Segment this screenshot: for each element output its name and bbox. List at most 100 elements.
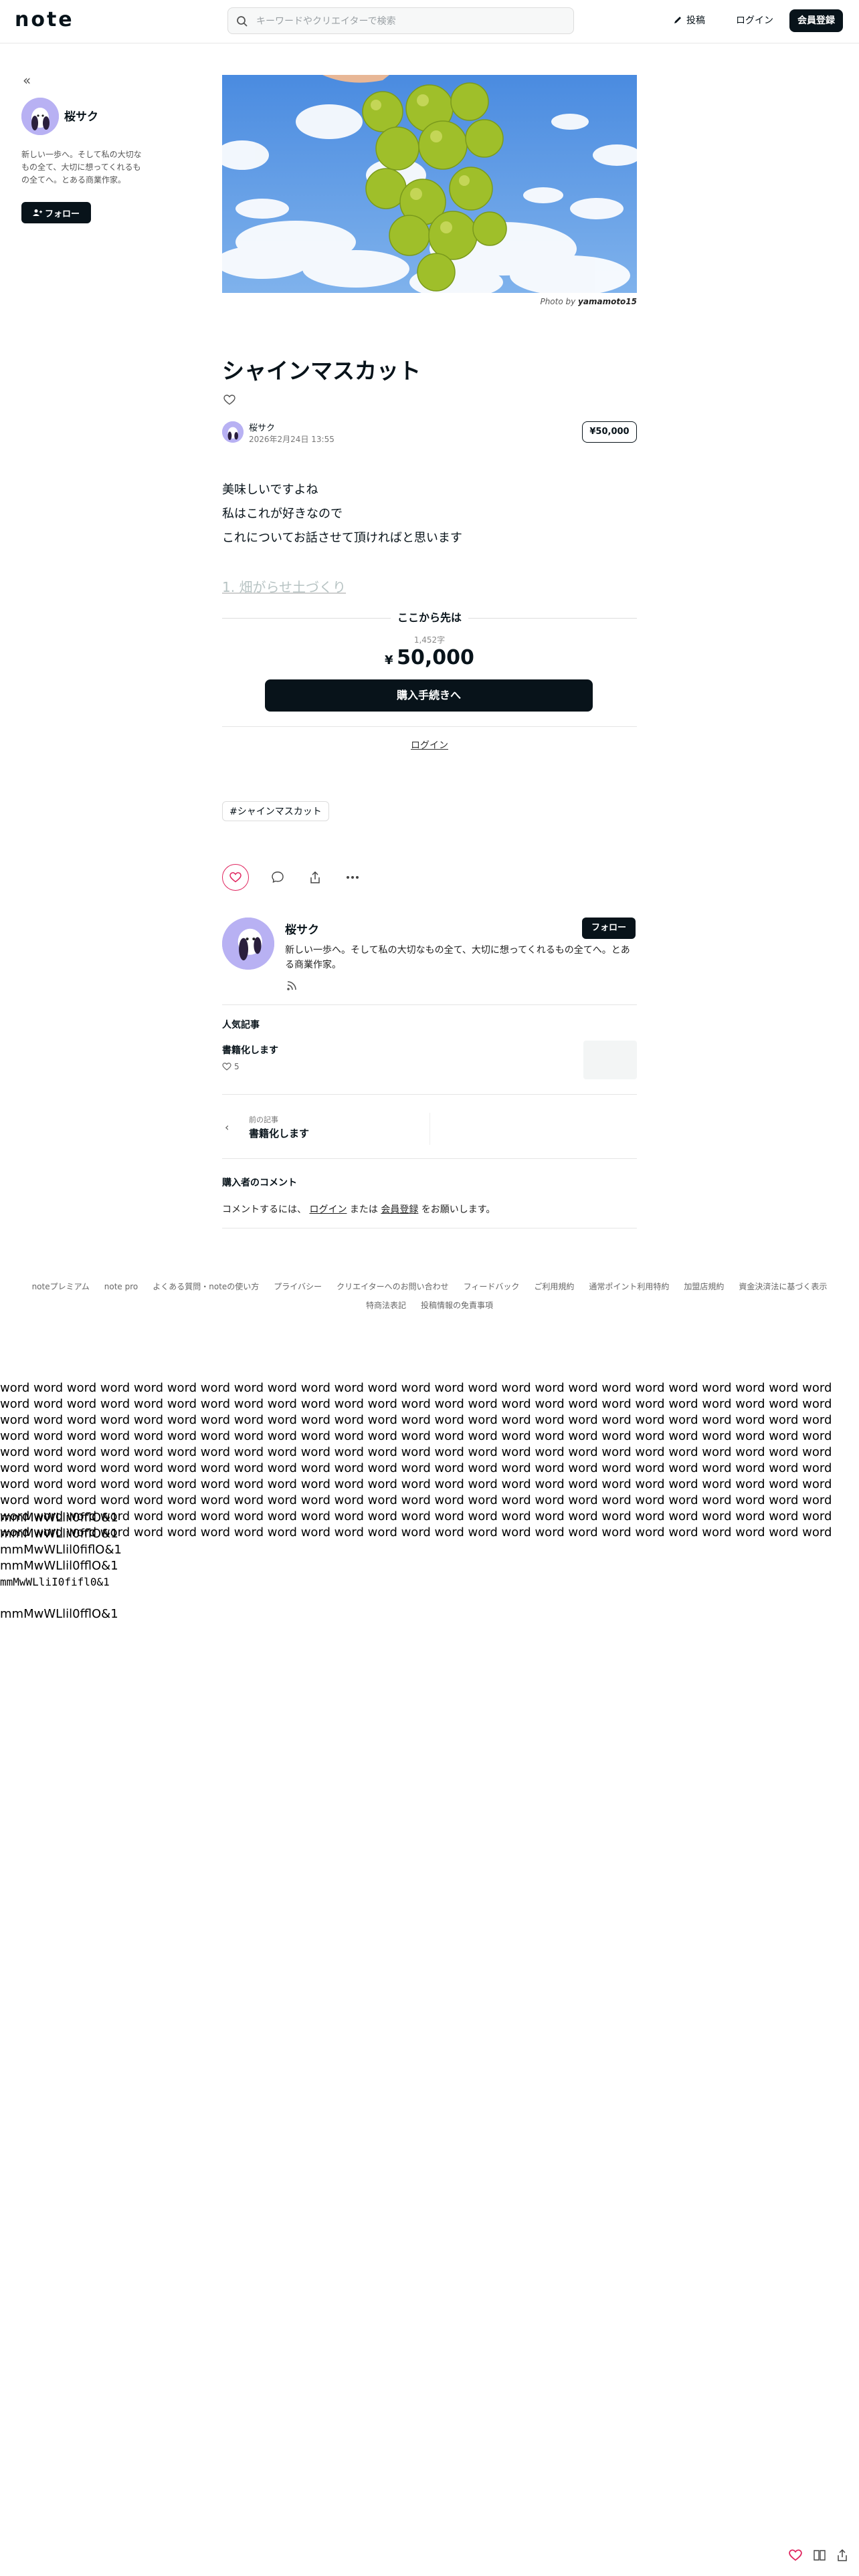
footer-link[interactable]: 資金決済法に基づく表示 [739, 1282, 827, 1291]
share-icon [310, 871, 320, 883]
share-button[interactable] [307, 869, 323, 885]
glyph-line: mmMwWLlil0fflO&1 [0, 1607, 118, 1621]
add-user-icon [32, 209, 42, 216]
creator-name[interactable]: 桜サク [285, 920, 319, 937]
paywall-title-text: ここから先は [390, 611, 468, 624]
price-amount: 50,000 [397, 646, 474, 669]
signup-button[interactable]: 会員登録 [789, 9, 843, 32]
sidebar-avatar[interactable] [21, 98, 59, 135]
price-currency: ¥ [385, 653, 393, 667]
paywall-title: ここから先は [222, 609, 637, 625]
search-input[interactable] [255, 12, 565, 31]
like-button[interactable] [222, 864, 249, 891]
footer-link[interactable]: 通常ポイント利用特約 [589, 1282, 669, 1291]
comment-signup-link[interactable]: 会員登録 [381, 1204, 418, 1215]
search-box[interactable] [227, 7, 574, 34]
footer-link[interactable]: よくある質問・noteの使い方 [153, 1282, 259, 1291]
collapse-chevron-icon[interactable]: « [23, 72, 31, 88]
paywall-bottom-divider [222, 726, 637, 727]
word-paragraph: word word word word word word word word … [0, 1381, 832, 1539]
header: note 投稿 ログイン 会員登録 [0, 0, 859, 43]
comment-icon [272, 871, 284, 883]
footer-row-1: noteプレミアム note pro よくある質問・noteの使い方 プライバシー クリ… [0, 1277, 859, 1296]
glyph-line: mmMwWLliI0fifl0&1 [0, 1576, 110, 1588]
grape-photo [222, 75, 637, 293]
sidebar-follow-label: フォロー [44, 209, 80, 219]
post-date: 2026年2月24日 13:55 [249, 435, 335, 444]
popular-divider [222, 1094, 637, 1095]
prev-divider [222, 1158, 637, 1159]
footer-link[interactable]: 特商法表記 [366, 1301, 406, 1310]
post-label: 投稿 [686, 15, 705, 26]
faded-heading: 1. 畑がらせ土づくり [222, 579, 347, 595]
creator-divider [222, 1004, 637, 1005]
sidebar-follow-button[interactable]: フォロー [21, 202, 91, 223]
popular-thumbnail[interactable] [583, 1041, 637, 1079]
prev-article-title[interactable]: 書籍化します [249, 1126, 309, 1140]
share-icon [838, 2549, 847, 2561]
float-share-button[interactable] [834, 2547, 851, 2564]
creator-avatar[interactable] [222, 918, 274, 970]
dog-avatar-icon [21, 98, 59, 135]
comment-prompt: コメントするには、 ログイン または 会員登録 をお願いします。 [222, 1202, 495, 1216]
glyph-line: mmMwWLlil0fflO&1 [0, 1559, 118, 1573]
footer-link[interactable]: プライバシー [274, 1282, 322, 1291]
buy-button[interactable]: 購入手続きへ [265, 679, 593, 712]
creator-bio: 新しい一歩へ。そして私の大切なもの全て、大切に想ってくれるもの全てへ。とある商業… [285, 945, 630, 970]
comment-text-after: をお願いします。 [421, 1204, 496, 1215]
more-icon [347, 876, 359, 879]
heart-icon [789, 2549, 802, 2561]
sidebar-bio: 新しい一歩へ。そして私の大切なもの全て、大切に想ってくれるもの全てへ。とある商業… [21, 150, 142, 185]
photo-credit-name[interactable]: yamamoto15 [578, 297, 637, 306]
price-badge: ¥50,000 [582, 421, 637, 443]
footer-link[interactable]: ご利用規約 [534, 1282, 574, 1291]
more-button[interactable] [345, 869, 361, 885]
float-like-button[interactable] [787, 2547, 804, 2564]
hero-image [222, 75, 637, 293]
paywall-login-link[interactable]: ログイン [222, 738, 637, 752]
footer-link[interactable]: note pro [104, 1282, 138, 1291]
article-title: シャインマスカット [222, 358, 421, 384]
glyph-line: mmMwWLlil0fiflO&1 [0, 1543, 122, 1557]
dog-avatar-icon [222, 421, 244, 443]
creator-follow-button[interactable]: フォロー [582, 918, 636, 939]
pencil-icon [674, 17, 681, 23]
footer-link[interactable]: フィードバック [464, 1282, 520, 1291]
sidebar-author-name[interactable]: 桜サク [64, 107, 98, 124]
paragraph-3: これについてお話させて頂ければと思います [222, 531, 462, 545]
char-count: 1,452字 [413, 635, 446, 645]
popular-item-title[interactable]: 書籍化します [222, 1043, 278, 1057]
footer-link[interactable]: クリエイターへのお問い合わせ [337, 1282, 449, 1291]
popular-like-count: 5 [234, 1062, 240, 1071]
glyph-test-lines: mmMwWLlil0fflO&1 mmMwWLlil0fflO&1 mmMwWL… [0, 1510, 122, 1622]
title-like-icon[interactable] [223, 395, 235, 408]
hashtag-chip[interactable]: #シャインマスカット [222, 801, 329, 821]
float-magazine-button[interactable] [811, 2547, 828, 2564]
glyph-line: mmMwWLlil0fflO&1 [0, 1511, 118, 1525]
photo-credit: Photo by yamamoto15 [468, 297, 637, 306]
popular-like: 5 [222, 1062, 240, 1071]
dog-avatar-icon [222, 918, 274, 970]
note-logo[interactable]: note [15, 8, 74, 31]
author-avatar[interactable] [222, 421, 244, 443]
paragraph-2: 私はこれが好きなので [222, 507, 343, 521]
post-button[interactable]: 投稿 [673, 13, 705, 27]
heart-icon [229, 872, 242, 883]
paragraph-1: 美味しいですよね [222, 483, 318, 497]
comment-login-link[interactable]: ログイン [309, 1204, 347, 1215]
author-name[interactable]: 桜サク [249, 421, 275, 433]
search-icon [237, 16, 248, 27]
popular-section-title: 人気記事 [222, 1020, 260, 1031]
rss-icon[interactable] [286, 980, 297, 994]
book-icon [814, 2550, 826, 2561]
footer-link[interactable]: 投稿情報の免責事項 [421, 1301, 493, 1310]
paywall-price: ¥ 50,000 [222, 646, 637, 669]
footer-link[interactable]: 加盟店規約 [684, 1282, 724, 1291]
comment-button[interactable] [270, 869, 286, 885]
footer: noteプレミアム note pro よくある質問・noteの使い方 プライバシー クリ… [0, 1277, 859, 1315]
comments-section-title: 購入者のコメント [222, 1178, 297, 1188]
footer-link[interactable]: noteプレミアム [32, 1282, 90, 1291]
login-button[interactable]: ログイン [736, 13, 773, 27]
comment-text-before: コメントするには、 [222, 1204, 306, 1215]
photo-credit-prefix: Photo by [540, 297, 576, 306]
